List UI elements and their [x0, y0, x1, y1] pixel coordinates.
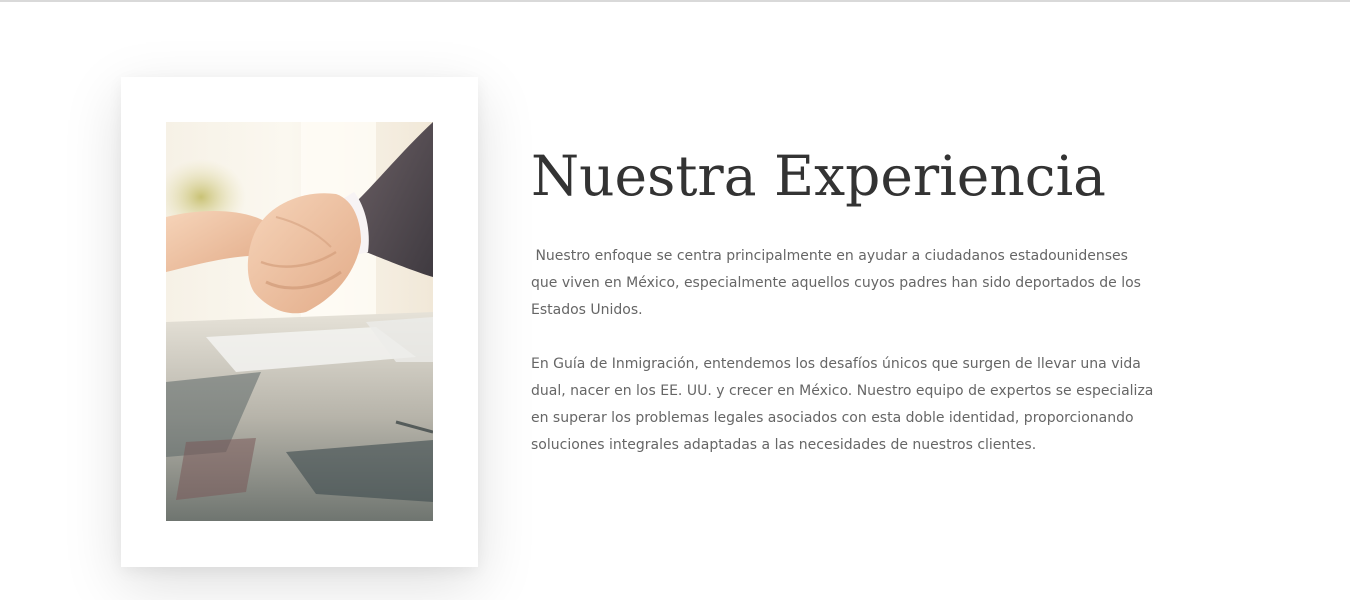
top-divider — [0, 0, 1350, 2]
handshake-illustration — [166, 122, 433, 521]
handshake-photo — [166, 122, 433, 521]
detail-paragraph: En Guía de Inmigración, entendemos los d… — [531, 356, 1154, 453]
photo-card — [121, 77, 478, 567]
intro-paragraph: Nuestro enfoque se centra principalmente… — [531, 248, 1146, 318]
experience-section: Nuestra Experiencia Nuestro enfoque se c… — [531, 138, 1171, 459]
section-title: Nuestra Experiencia — [531, 144, 1106, 208]
